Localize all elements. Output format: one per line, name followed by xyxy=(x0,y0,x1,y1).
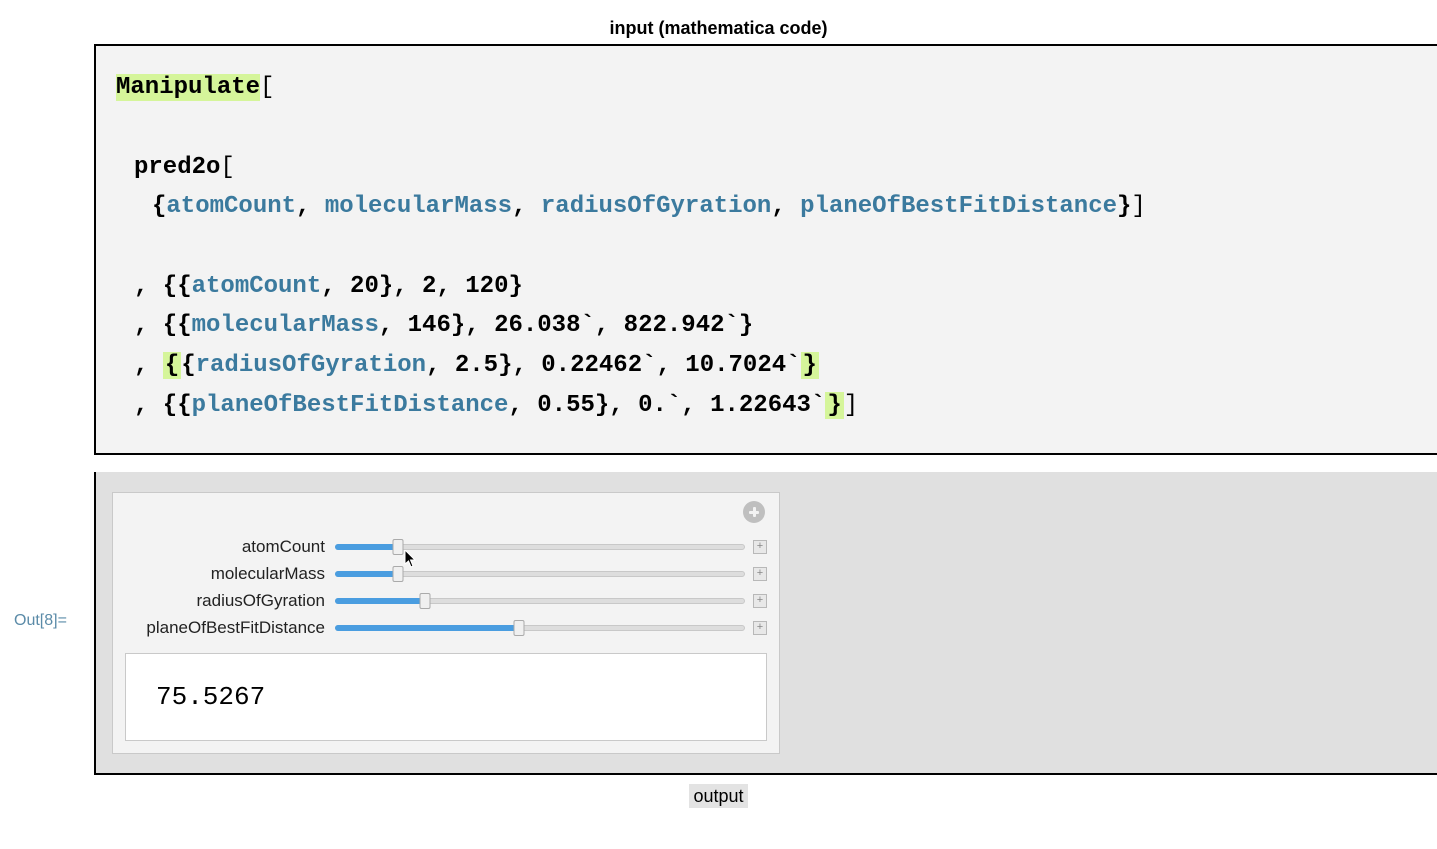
code-line: , {{planeOfBestFitDistance, 0.55}, 0.`, … xyxy=(116,386,1417,426)
code-text: , 0.55}, 0.`, 1.22643` xyxy=(508,392,825,419)
sym-atomCount: atomCount xyxy=(192,273,322,300)
expand-icon[interactable]: + xyxy=(753,594,767,608)
code-line: , {{atomCount, 20}, 2, 120} xyxy=(116,267,1417,307)
highlight-manipulate: Manipulate xyxy=(116,74,260,101)
plus-icon[interactable] xyxy=(743,501,765,523)
result-value: 75.5267 xyxy=(125,653,767,741)
slider-molecularMass[interactable] xyxy=(335,571,745,577)
bracket-close: ] xyxy=(1131,193,1145,220)
code-text: , xyxy=(134,352,163,379)
code-text: , {{ xyxy=(134,273,192,300)
slider-label: atomCount xyxy=(125,537,335,557)
slider-fill xyxy=(335,625,518,631)
sym-atomCount: atomCount xyxy=(166,193,296,220)
input-code-cell[interactable]: Manipulate[ pred2o[ {atomCount, molecula… xyxy=(94,44,1437,455)
slider-atomCount[interactable] xyxy=(335,544,745,550)
slider-row-atomCount: atomCount + xyxy=(125,533,767,560)
brace-highlight: { xyxy=(163,352,181,379)
brace-highlight: } xyxy=(825,392,843,419)
code-line: pred2o[ xyxy=(116,148,1417,188)
output-footer: output xyxy=(0,786,1437,807)
out-label: Out[8]= xyxy=(14,612,67,630)
code-text: , {{ xyxy=(134,312,192,339)
output-label-text: output xyxy=(689,784,747,808)
manipulate-panel: atomCount + molecularMass + radiusOfGyra… xyxy=(112,492,780,754)
code-blank xyxy=(116,227,1417,267)
code-line: , {{radiusOfGyration, 2.5}, 0.22462`, 10… xyxy=(116,346,1417,386)
brace-highlight: } xyxy=(801,352,819,379)
input-header: input (mathematica code) xyxy=(0,18,1437,39)
slider-label: radiusOfGyration xyxy=(125,591,335,611)
slider-radiusOfGyration[interactable] xyxy=(335,598,745,604)
code-text: , {{ xyxy=(134,392,192,419)
sym-planeOfBestFitDistance: planeOfBestFitDistance xyxy=(192,392,509,419)
slider-fill xyxy=(335,598,424,604)
slider-fill xyxy=(335,571,397,577)
sym-molecularMass: molecularMass xyxy=(192,312,379,339)
sliders-container: atomCount + molecularMass + radiusOfGyra… xyxy=(125,533,767,641)
code-text: , 146}, 26.038`, 822.942`} xyxy=(379,312,753,339)
sym-radiusOfGyration: radiusOfGyration xyxy=(541,193,771,220)
slider-row-radiusOfGyration: radiusOfGyration + xyxy=(125,587,767,614)
code-line: Manipulate[ xyxy=(116,68,1417,108)
sym-molecularMass: molecularMass xyxy=(325,193,512,220)
slider-row-molecularMass: molecularMass + xyxy=(125,560,767,587)
code-line: , {{molecularMass, 146}, 26.038`, 822.94… xyxy=(116,306,1417,346)
code-text: , 2.5}, 0.22462`, 10.7024` xyxy=(426,352,800,379)
code-blank xyxy=(116,108,1417,148)
sym-planeOfBestFitDistance: planeOfBestFitDistance xyxy=(800,193,1117,220)
slider-label: molecularMass xyxy=(125,564,335,584)
code-text: { xyxy=(181,352,195,379)
sym-radiusOfGyration: radiusOfGyration xyxy=(196,352,426,379)
code-line: {atomCount, molecularMass, radiusOfGyrat… xyxy=(116,187,1417,227)
expand-icon[interactable]: + xyxy=(753,621,767,635)
bracket-close: ] xyxy=(844,392,858,419)
expand-icon[interactable]: + xyxy=(753,567,767,581)
slider-thumb[interactable] xyxy=(393,539,404,555)
slider-label: planeOfBestFitDistance xyxy=(125,618,335,638)
slider-thumb[interactable] xyxy=(513,620,524,636)
slider-row-planeOfBestFitDistance: planeOfBestFitDistance + xyxy=(125,614,767,641)
slider-fill xyxy=(335,544,397,550)
slider-planeOfBestFitDistance[interactable] xyxy=(335,625,745,631)
fn-name: pred2o xyxy=(134,154,220,181)
bracket-open: [ xyxy=(220,154,234,181)
slider-thumb[interactable] xyxy=(392,566,403,582)
output-cell: atomCount + molecularMass + radiusOfGyra… xyxy=(94,472,1437,775)
code-text: , 20}, 2, 120} xyxy=(321,273,523,300)
slider-thumb[interactable] xyxy=(419,593,430,609)
expand-icon[interactable]: + xyxy=(753,540,767,554)
bracket-open: [ xyxy=(260,74,274,101)
